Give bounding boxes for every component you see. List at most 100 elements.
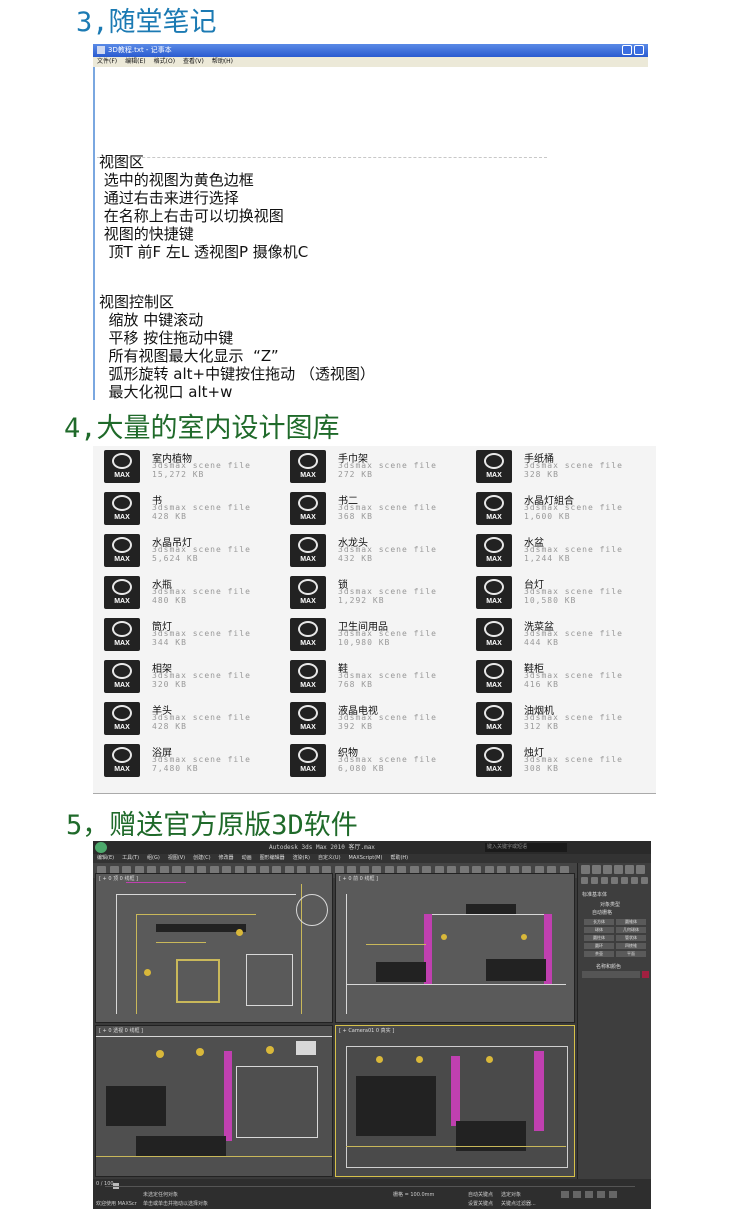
library-file-item[interactable]: MAX 水晶吊灯 3dsmax scene file 5,624 KB	[93, 530, 273, 570]
max-menu-item[interactable]: 创建(C)	[193, 855, 210, 861]
notepad-text-area[interactable]: 视图区 选中的视图为黄色边框 通过右击来进行选择 在名称上右击可以切换视图 视图…	[93, 67, 648, 401]
library-file-item[interactable]: MAX 手纸桶 3dsmax scene file 328 KB	[465, 446, 645, 486]
viewport-top[interactable]: [ + 0 顶 0 线框 ]	[95, 873, 333, 1023]
object-name-input[interactable]	[582, 971, 640, 978]
primitive-button[interactable]: 圆柱体	[584, 935, 614, 941]
object-category-dropdown[interactable]: 标准基本体	[582, 891, 607, 898]
notepad-menu-item[interactable]: 格式(O)	[154, 58, 175, 65]
goto-start-icon[interactable]	[561, 1191, 569, 1198]
file-type: 3dsmax scene file	[524, 671, 623, 680]
library-file-item[interactable]: MAX 卫生间用品 3dsmax scene file 10,980 KB	[279, 614, 459, 654]
primitive-button[interactable]: 管状体	[616, 935, 646, 941]
object-type-rollout[interactable]: 对象类型	[600, 901, 620, 908]
goto-end-icon[interactable]	[609, 1191, 617, 1198]
viewport-label[interactable]: [ + Camera01 0 真实 ]	[339, 1027, 394, 1034]
timeline-track[interactable]	[105, 1186, 635, 1187]
library-file-item[interactable]: MAX 烛灯 3dsmax scene file 308 KB	[465, 740, 645, 780]
max-menu-item[interactable]: 修改器	[219, 855, 234, 861]
create-category-icon[interactable]	[581, 877, 588, 884]
library-file-item[interactable]: MAX 织物 3dsmax scene file 6,080 KB	[279, 740, 459, 780]
create-category-icon[interactable]	[641, 877, 648, 884]
max-menu-item[interactable]: 图形编辑器	[260, 855, 285, 861]
primitive-button[interactable]: 四棱锥	[616, 943, 646, 949]
max-search-input[interactable]: 键入关键字或短语	[485, 843, 567, 852]
library-file-item[interactable]: MAX 液晶电视 3dsmax scene file 392 KB	[279, 698, 459, 738]
primitive-button[interactable]: 圆环	[584, 943, 614, 949]
file-size: 432 KB	[338, 554, 373, 563]
notepad-menu-item[interactable]: 文件(F)	[97, 58, 117, 65]
viewport-label[interactable]: [ + 0 透视 0 线框 ]	[99, 1027, 143, 1034]
max-menu-item[interactable]: 自定义(U)	[318, 855, 341, 861]
max-menu-item[interactable]: 动画	[242, 855, 252, 861]
max-menu-item[interactable]: 工具(T)	[122, 855, 139, 861]
max-logo-icon[interactable]	[95, 842, 107, 853]
object-color-swatch[interactable]	[642, 971, 649, 978]
library-file-item[interactable]: MAX 室内植物 3dsmax scene file 15,272 KB	[93, 446, 273, 486]
library-file-item[interactable]: MAX 鞋柜 3dsmax scene file 416 KB	[465, 656, 645, 696]
create-category-icon[interactable]	[601, 877, 608, 884]
panel-tab-icon[interactable]	[636, 865, 645, 874]
viewport-front[interactable]: [ + 0 前 0 线框 ]	[335, 873, 575, 1023]
library-file-item[interactable]: MAX 书二 3dsmax scene file 368 KB	[279, 488, 459, 528]
primitive-button[interactable]: 平面	[616, 951, 646, 957]
prev-frame-icon[interactable]	[573, 1191, 581, 1198]
notepad-menu-item[interactable]: 查看(V)	[183, 58, 204, 65]
library-file-item[interactable]: MAX 手巾架 3dsmax scene file 272 KB	[279, 446, 459, 486]
notepad-menu-item[interactable]: 帮助(H)	[212, 58, 233, 65]
maxscript-listener[interactable]: 欢迎使用 MAXScr	[96, 1200, 137, 1207]
viewport-label[interactable]: [ + 0 前 0 线框 ]	[339, 875, 378, 882]
max-menu-item[interactable]: 编辑(E)	[97, 855, 114, 861]
viewport-camera[interactable]: [ + Camera01 0 真实 ]	[335, 1025, 575, 1177]
primitive-button[interactable]: 几何球体	[616, 927, 646, 933]
autokey-button[interactable]: 自动关键点	[468, 1191, 493, 1198]
library-file-item[interactable]: MAX 羊头 3dsmax scene file 428 KB	[93, 698, 273, 738]
max-file-icon: MAX	[104, 534, 140, 567]
create-category-icon[interactable]	[591, 877, 598, 884]
viewport-perspective[interactable]: [ + 0 透视 0 线框 ]	[95, 1025, 333, 1177]
library-file-item[interactable]: MAX 水盆 3dsmax scene file 1,244 KB	[465, 530, 645, 570]
library-file-item[interactable]: MAX 水龙头 3dsmax scene file 432 KB	[279, 530, 459, 570]
next-frame-icon[interactable]	[597, 1191, 605, 1198]
library-file-item[interactable]: MAX 洗菜盆 3dsmax scene file 444 KB	[465, 614, 645, 654]
key-filter-button[interactable]: 关键点过滤器...	[501, 1200, 536, 1207]
library-file-item[interactable]: MAX 水瓶 3dsmax scene file 480 KB	[93, 572, 273, 612]
primitive-button[interactable]: 球体	[584, 927, 614, 933]
autogrid-checkbox[interactable]: 自动栅格	[592, 909, 612, 916]
library-file-item[interactable]: MAX 筒灯 3dsmax scene file 344 KB	[93, 614, 273, 654]
library-file-item[interactable]: MAX 锁 3dsmax scene file 1,292 KB	[279, 572, 459, 612]
library-file-item[interactable]: MAX 水晶灯組合 3dsmax scene file 1,600 KB	[465, 488, 645, 528]
panel-tab-icon[interactable]	[581, 865, 590, 874]
primitive-button[interactable]: 茶壶	[584, 951, 614, 957]
create-category-icon[interactable]	[621, 877, 628, 884]
minimize-icon[interactable]	[622, 45, 632, 55]
library-file-item[interactable]: MAX 书 3dsmax scene file 428 KB	[93, 488, 273, 528]
panel-tab-icon[interactable]	[603, 865, 612, 874]
create-category-icon[interactable]	[631, 877, 638, 884]
name-color-rollout[interactable]: 名称和颜色	[596, 963, 621, 970]
max-menu-item[interactable]: 视图(V)	[168, 855, 185, 861]
create-category-icon[interactable]	[611, 877, 618, 884]
primitive-button[interactable]: 圆锥体	[616, 919, 646, 925]
play-icon[interactable]	[585, 1191, 593, 1198]
library-file-item[interactable]: MAX 相架 3dsmax scene file 320 KB	[93, 656, 273, 696]
panel-tab-icon[interactable]	[625, 865, 634, 874]
notepad-menu-item[interactable]: 编辑(E)	[125, 58, 145, 65]
panel-tab-icon[interactable]	[614, 865, 623, 874]
key-mode-select[interactable]: 选定对象	[501, 1191, 521, 1198]
max-menu-item[interactable]: 帮助(H)	[390, 855, 408, 861]
library-file-item[interactable]: MAX 鞋 3dsmax scene file 768 KB	[279, 656, 459, 696]
setkey-button[interactable]: 设置关键点	[468, 1200, 493, 1207]
library-file-item[interactable]: MAX 浴屏 3dsmax scene file 7,480 KB	[93, 740, 273, 780]
primitive-button[interactable]: 长方体	[584, 919, 614, 925]
max-menu-item[interactable]: 组(G)	[147, 855, 160, 861]
notepad-icon	[97, 46, 105, 54]
library-file-item[interactable]: MAX 油烟机 3dsmax scene file 312 KB	[465, 698, 645, 738]
max-menu-item[interactable]: 渲染(R)	[293, 855, 310, 861]
maximize-icon[interactable]	[634, 45, 644, 55]
file-type: 3dsmax scene file	[338, 461, 437, 470]
max-menu-item[interactable]: MAXScript(M)	[349, 855, 383, 861]
file-type: 3dsmax scene file	[524, 545, 623, 554]
viewport-label[interactable]: [ + 0 顶 0 线框 ]	[99, 875, 138, 882]
panel-tab-icon[interactable]	[592, 865, 601, 874]
library-file-item[interactable]: MAX 台灯 3dsmax scene file 10,580 KB	[465, 572, 645, 612]
